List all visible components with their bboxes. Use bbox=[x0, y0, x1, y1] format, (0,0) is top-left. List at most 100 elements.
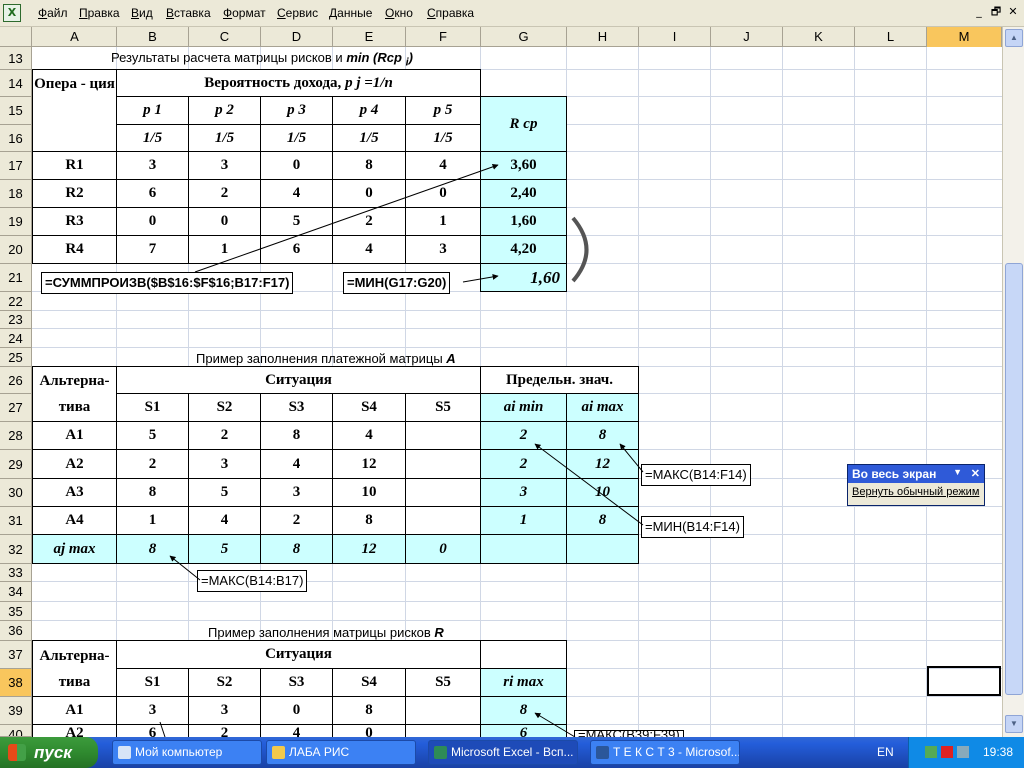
risk-cell[interactable]: 6 bbox=[260, 235, 333, 264]
payoff-cell[interactable]: 2 bbox=[116, 449, 189, 479]
ri-max-cell[interactable]: 6 bbox=[480, 724, 567, 738]
menu-edit[interactable]: Правка bbox=[79, 6, 120, 20]
aj-max-cell[interactable]: 8 bbox=[260, 534, 333, 564]
clock[interactable]: 19:38 bbox=[983, 737, 1013, 768]
aj-max-cell[interactable]: 8 bbox=[116, 534, 189, 564]
menu-insert[interactable]: Вставка bbox=[166, 6, 211, 20]
risk-cell[interactable]: 6 bbox=[116, 179, 189, 208]
risk-cell[interactable]: 0 bbox=[260, 151, 333, 180]
row-header[interactable]: 20 bbox=[0, 236, 32, 264]
ai-max-cell[interactable]: 10 bbox=[566, 478, 639, 507]
row-header[interactable]: 26 bbox=[0, 367, 32, 394]
row-header[interactable]: 18 bbox=[0, 180, 32, 208]
row-header[interactable]: 16 bbox=[0, 125, 32, 152]
risk-cell[interactable]: 0 bbox=[332, 724, 406, 738]
menu-data[interactable]: Данные bbox=[329, 6, 372, 20]
row-header[interactable]: 30 bbox=[0, 479, 32, 507]
row-header[interactable]: 37 bbox=[0, 641, 32, 669]
taskbar-folder[interactable]: ЛАБА РИС bbox=[266, 740, 416, 765]
aj-max-cell[interactable]: 12 bbox=[332, 534, 406, 564]
row-header[interactable]: 34 bbox=[0, 582, 32, 602]
row-header[interactable]: 27 bbox=[0, 394, 32, 422]
rcp-cell[interactable]: 1,60 bbox=[480, 207, 567, 236]
row-header[interactable]: 28 bbox=[0, 422, 32, 450]
rcp-cell[interactable]: 3,60 bbox=[480, 151, 567, 180]
dropdown-icon[interactable]: ▼ bbox=[953, 467, 962, 477]
taskbar-excel[interactable]: Microsoft Excel - Всп... bbox=[428, 740, 578, 765]
col-header-g[interactable]: G bbox=[481, 27, 567, 47]
risk-cell[interactable]: 4 bbox=[332, 235, 406, 264]
ai-min-cell[interactable]: 3 bbox=[480, 478, 567, 507]
selected-cell-m38[interactable] bbox=[927, 666, 1001, 696]
row-header[interactable]: 14 bbox=[0, 70, 32, 97]
payoff-cell[interactable]: 3 bbox=[188, 449, 261, 479]
row-header[interactable]: 40 bbox=[0, 725, 32, 737]
risk-cell[interactable] bbox=[405, 724, 481, 738]
risk-cell[interactable] bbox=[405, 696, 481, 725]
rcp-cell[interactable]: 2,40 bbox=[480, 179, 567, 208]
row-header[interactable]: 39 bbox=[0, 697, 32, 725]
row-header[interactable]: 31 bbox=[0, 507, 32, 535]
menu-view[interactable]: Вид bbox=[131, 6, 153, 20]
payoff-cell[interactable]: 8 bbox=[116, 478, 189, 507]
row-header[interactable]: 25 bbox=[0, 348, 32, 367]
col-header-d[interactable]: D bbox=[261, 27, 333, 47]
col-header-c[interactable]: C bbox=[189, 27, 261, 47]
risk-cell[interactable]: 3 bbox=[116, 151, 189, 180]
tray-app-icon[interactable] bbox=[925, 746, 937, 758]
menu-format[interactable]: Формат bbox=[223, 6, 266, 20]
aj-max-cell[interactable]: 0 bbox=[405, 534, 481, 564]
menu-tools[interactable]: Сервис bbox=[277, 6, 318, 20]
empty-cell[interactable] bbox=[566, 534, 639, 564]
menu-window[interactable]: Окно bbox=[385, 6, 413, 20]
col-header-f[interactable]: F bbox=[406, 27, 481, 47]
ai-max-cell[interactable]: 12 bbox=[566, 449, 639, 479]
ai-min-cell[interactable]: 1 bbox=[480, 506, 567, 535]
row-header[interactable]: 35 bbox=[0, 602, 32, 621]
risk-cell[interactable]: 3 bbox=[116, 696, 189, 725]
payoff-cell[interactable]: 4 bbox=[332, 421, 406, 450]
risk-cell[interactable]: 1 bbox=[188, 235, 261, 264]
minimize-icon[interactable]: _ bbox=[972, 5, 986, 19]
payoff-cell[interactable] bbox=[405, 506, 481, 535]
risk-cell[interactable]: 0 bbox=[260, 696, 333, 725]
risk-cell[interactable]: 4 bbox=[260, 179, 333, 208]
vertical-scrollbar[interactable]: ▲ ▼ bbox=[1002, 27, 1024, 737]
risk-cell[interactable]: 2 bbox=[188, 724, 261, 738]
row-header[interactable]: 22 bbox=[0, 292, 32, 311]
risk-cell[interactable]: 3 bbox=[188, 151, 261, 180]
payoff-cell[interactable]: 5 bbox=[116, 421, 189, 450]
payoff-cell[interactable] bbox=[405, 478, 481, 507]
row-header[interactable]: 29 bbox=[0, 450, 32, 479]
row-header[interactable]: 38 bbox=[0, 669, 32, 697]
col-header-l[interactable]: L bbox=[855, 27, 927, 47]
restore-icon[interactable]: 🗗 bbox=[989, 5, 1003, 19]
payoff-cell[interactable] bbox=[405, 449, 481, 479]
min-rcp-cell[interactable]: 1,60 bbox=[480, 263, 567, 292]
row-header[interactable]: 17 bbox=[0, 152, 32, 180]
scroll-thumb[interactable] bbox=[1005, 263, 1023, 695]
risk-cell[interactable]: 8 bbox=[332, 696, 406, 725]
antivirus-icon[interactable] bbox=[941, 746, 953, 758]
scroll-down-icon[interactable]: ▼ bbox=[1005, 715, 1023, 733]
risk-cell[interactable]: 6 bbox=[116, 724, 189, 738]
ai-max-cell[interactable]: 8 bbox=[566, 421, 639, 450]
scroll-up-icon[interactable]: ▲ bbox=[1005, 29, 1023, 47]
payoff-cell[interactable]: 4 bbox=[188, 506, 261, 535]
taskbar-my-computer[interactable]: Мой компьютер bbox=[112, 740, 262, 765]
risk-cell[interactable]: 2 bbox=[188, 179, 261, 208]
risk-cell[interactable]: 8 bbox=[332, 151, 406, 180]
col-header-h[interactable]: H bbox=[567, 27, 639, 47]
rcp-cell[interactable]: 4,20 bbox=[480, 235, 567, 264]
row-header[interactable]: 32 bbox=[0, 535, 32, 564]
row-header[interactable]: 33 bbox=[0, 564, 32, 582]
risk-cell[interactable]: 2 bbox=[332, 207, 406, 236]
menu-file[interactable]: Файл bbox=[38, 6, 68, 20]
row-header[interactable]: 36 bbox=[0, 621, 32, 641]
col-header-m[interactable]: M bbox=[927, 27, 1002, 47]
col-header-a[interactable]: A bbox=[33, 27, 117, 47]
risk-cell[interactable]: 3 bbox=[188, 696, 261, 725]
risk-cell[interactable]: 4 bbox=[405, 151, 481, 180]
ai-min-cell[interactable]: 2 bbox=[480, 449, 567, 479]
restore-normal-mode-button[interactable]: Вернуть обычный режим bbox=[848, 483, 984, 501]
